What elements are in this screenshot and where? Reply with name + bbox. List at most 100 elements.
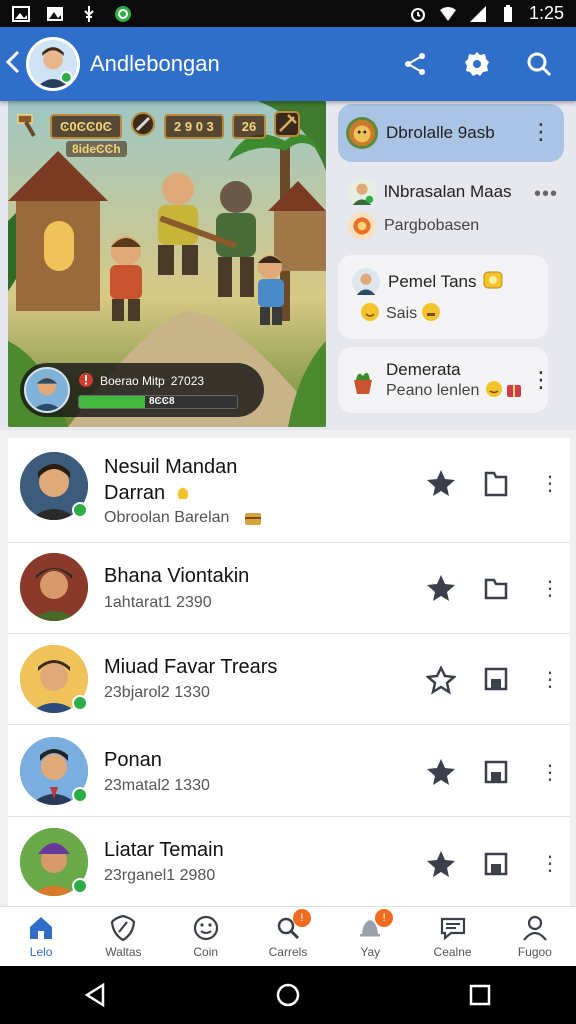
health-bar: 8ϾϾ8 xyxy=(78,394,238,409)
nav-item-chat[interactable]: Cealne xyxy=(411,907,493,966)
grin-emoji-icon xyxy=(421,302,441,327)
chat-subtitle: Pargbobasen xyxy=(384,217,480,234)
list-item[interactable]: Bhana Viontakin 1ahtarat1 2390 ⋮ xyxy=(8,543,570,634)
player-avatar xyxy=(24,367,70,413)
alert-icon xyxy=(78,372,94,391)
more-vertical-icon[interactable]: ⋮ xyxy=(540,854,560,874)
smiley-icon xyxy=(193,915,218,941)
flower-icon xyxy=(348,212,376,240)
bookmark-icon[interactable] xyxy=(482,469,510,497)
contact-subtitle: 23matal2 1330 xyxy=(104,777,210,794)
list-item[interactable]: Nesuil Mandan Darran Obroolan Barelan ⋮ xyxy=(8,438,570,543)
list-item[interactable]: Ponan 23matal2 1330 ⋮ xyxy=(8,725,570,817)
nav-item-bell[interactable]: ! Yay xyxy=(329,907,411,966)
star-icon[interactable] xyxy=(426,468,456,498)
home-circle-icon[interactable] xyxy=(275,982,301,1008)
online-indicator xyxy=(72,878,88,894)
contact-name-line2: Darran xyxy=(104,482,166,504)
status-bar: 1:25 xyxy=(0,0,576,27)
star-icon[interactable] xyxy=(426,849,456,879)
photo-notification-icon xyxy=(46,5,64,23)
back-triangle-icon[interactable] xyxy=(83,982,109,1008)
top-section: Ͼ0ϾϾ0Ͼ 2 9 0 3 26 8ideϾϾh Boerao Mitp 27… xyxy=(0,101,576,430)
profile-icon xyxy=(522,915,547,941)
contact-subtitle: Obroolan Barelan xyxy=(104,509,230,526)
bottom-navigation: Lelo Waltas Coin ! Carrels ! Yay Cealne … xyxy=(0,906,576,966)
more-horizontal-icon[interactable]: ••• xyxy=(534,183,558,206)
health-bar-fill xyxy=(79,395,146,408)
bookmark-icon[interactable] xyxy=(482,574,510,602)
back-arrow-icon[interactable] xyxy=(2,46,24,83)
online-indicator xyxy=(72,502,88,518)
share-icon[interactable] xyxy=(402,51,428,77)
settings-gear-icon[interactable] xyxy=(464,51,490,77)
contact-subtitle: 1ahtarat1 2390 xyxy=(104,594,212,611)
smile-emoji-icon xyxy=(360,302,380,327)
contact-subtitle: 23rganel1 2980 xyxy=(104,867,216,884)
more-vertical-icon[interactable]: ⋮ xyxy=(530,121,552,143)
contact-name: Miuad Favar Trears xyxy=(104,656,278,678)
contact-name: Bhana Viontakin xyxy=(104,565,250,587)
bookmark-icon[interactable] xyxy=(482,758,510,786)
list-item[interactable]: Miuad Favar Trears 23bjarol2 1330 ⋮ xyxy=(8,634,570,725)
profile-avatar[interactable] xyxy=(26,37,80,91)
bookmark-icon[interactable] xyxy=(482,850,510,878)
chat-subitem: Pargbobasen xyxy=(338,211,564,241)
gift-emoji-icon xyxy=(505,380,523,403)
star-icon[interactable] xyxy=(426,573,456,603)
nav-item-shield[interactable]: Waltas xyxy=(82,907,164,966)
app-notification-icon xyxy=(114,5,132,23)
image-notification-icon xyxy=(12,5,30,23)
gamer-avatar-icon xyxy=(352,268,380,296)
hud-pickaxe-icon xyxy=(274,111,301,142)
health-bar-text: 8ϾϾ8 xyxy=(149,395,175,407)
home-icon xyxy=(30,917,53,939)
recents-square-icon[interactable] xyxy=(467,982,493,1008)
chat-subtitle: Peano lenlen xyxy=(386,382,480,399)
chat-item[interactable]: Pemel Tans xyxy=(338,267,564,297)
nav-item-home[interactable]: Lelo xyxy=(0,907,82,966)
more-vertical-icon[interactable]: ⋮ xyxy=(540,670,560,690)
hud-subtitle: 8ideϾϾh xyxy=(66,141,127,157)
hud-level: 26 xyxy=(231,114,267,139)
shield-icon xyxy=(111,914,136,942)
bookmark-icon[interactable] xyxy=(482,665,510,693)
wink-emoji-icon xyxy=(485,380,503,403)
nav-label: Cealne xyxy=(433,945,472,959)
battery-icon xyxy=(499,4,517,23)
nav-item-coin[interactable]: Coin xyxy=(165,907,247,966)
more-vertical-icon[interactable]: ⋮ xyxy=(530,369,552,391)
hud-sword-icon xyxy=(130,111,156,142)
game-preview[interactable]: Ͼ0ϾϾ0Ͼ 2 9 0 3 26 8ideϾϾh Boerao Mitp 27… xyxy=(8,101,326,427)
more-vertical-icon[interactable]: ⋮ xyxy=(540,579,560,599)
nav-label: Fugoo xyxy=(517,945,552,959)
nav-item-profile[interactable]: Fugoo xyxy=(494,907,576,966)
chat-subtitle: Sais xyxy=(386,305,418,322)
coin-emoji-icon xyxy=(483,270,503,295)
online-indicator xyxy=(72,695,88,711)
nav-item-search[interactable]: ! Carrels xyxy=(247,907,329,966)
search-icon[interactable] xyxy=(526,51,552,77)
nav-label: Carrels xyxy=(268,945,308,959)
contact-name: Ponan xyxy=(104,749,162,771)
star-outline-icon[interactable] xyxy=(425,665,457,695)
nav-label: Lelo xyxy=(29,945,53,959)
contact-list: Nesuil Mandan Darran Obroolan Barelan ⋮ … xyxy=(8,438,570,906)
more-vertical-icon[interactable]: ⋮ xyxy=(540,474,560,494)
system-navigation-bar xyxy=(0,966,576,1024)
treasure-emoji-icon xyxy=(244,509,262,532)
plant-pot-icon xyxy=(348,366,378,396)
chat-subitem: Sais xyxy=(338,299,564,329)
page-title: Andlebongan xyxy=(90,51,220,76)
lion-avatar-icon xyxy=(346,117,378,149)
chat-item[interactable]: lNbrasalan Maas xyxy=(338,177,564,207)
more-vertical-icon[interactable]: ⋮ xyxy=(540,763,560,783)
chat-name: lNbrasalan Maas xyxy=(384,182,512,201)
notification-badge: ! xyxy=(375,909,394,927)
app-bar: Andlebongan xyxy=(0,27,576,101)
star-icon[interactable] xyxy=(426,757,456,787)
chat-panel: Dbrolalle 9asb ⋮ lNbrasalan Maas ••• Par… xyxy=(334,101,576,427)
list-item[interactable]: Liatar Temain 23rganel1 2980 ⋮ xyxy=(8,817,570,906)
hud-hammer-icon xyxy=(16,111,42,142)
contact-avatar xyxy=(20,553,88,621)
